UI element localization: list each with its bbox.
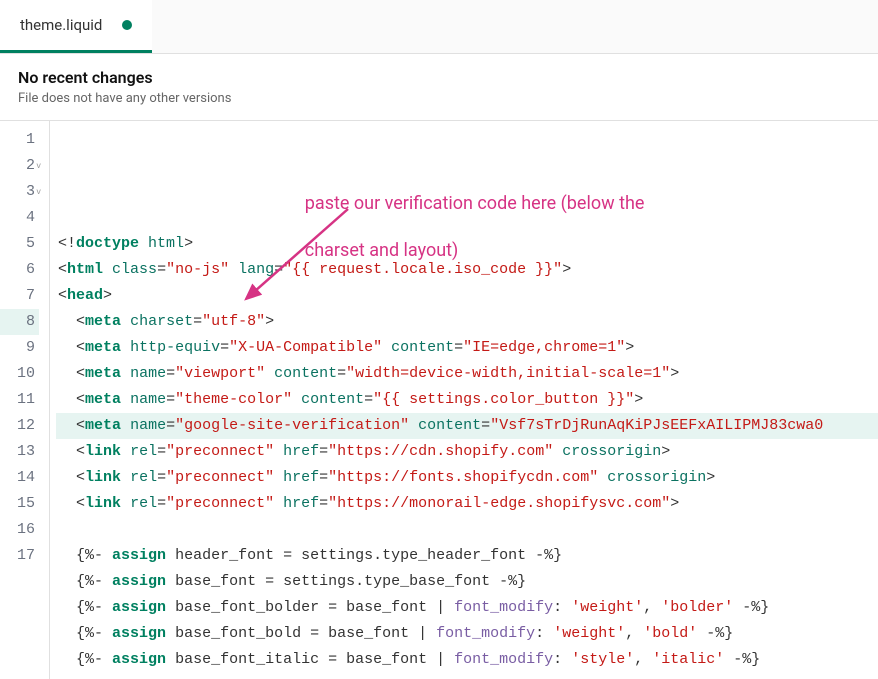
- code-line[interactable]: {%- assign base_font_italic = base_font …: [56, 647, 878, 673]
- code-line[interactable]: {%- assign header_font = settings.type_h…: [56, 543, 878, 569]
- code-line[interactable]: {%- assign base_font_bolder = base_font …: [56, 595, 878, 621]
- version-title: No recent changes: [18, 68, 860, 87]
- code-line[interactable]: <link rel="preconnect" href="https://mon…: [56, 491, 878, 517]
- tab-bar: theme.liquid: [0, 0, 878, 54]
- gutter-line: 6: [0, 257, 39, 283]
- gutter-line: 10: [0, 361, 39, 387]
- tab-file[interactable]: theme.liquid: [0, 0, 152, 53]
- code-line[interactable]: <link rel="preconnect" href="https://cdn…: [56, 439, 878, 465]
- gutter-line: 16: [0, 517, 39, 543]
- gutter-line: 15: [0, 491, 39, 517]
- gutter-line: 9: [0, 335, 39, 361]
- fold-marker-icon[interactable]: v: [36, 180, 41, 206]
- code-line[interactable]: <!doctype html>: [56, 231, 878, 257]
- gutter-line: 11: [0, 387, 39, 413]
- gutter-line: 3v: [0, 179, 39, 205]
- gutter-line: 12: [0, 413, 39, 439]
- version-subtitle: File does not have any other versions: [18, 91, 860, 106]
- code-line[interactable]: <meta http-equiv="X-UA-Compatible" conte…: [56, 335, 878, 361]
- code-line[interactable]: <meta charset="utf-8">: [56, 309, 878, 335]
- gutter-line: 4: [0, 205, 39, 231]
- gutter-line: 5: [0, 231, 39, 257]
- tab-filename: theme.liquid: [20, 16, 102, 34]
- code-line[interactable]: <meta name="viewport" content="width=dev…: [56, 361, 878, 387]
- fold-marker-icon[interactable]: v: [36, 154, 41, 180]
- code-line[interactable]: <meta name="theme-color" content="{{ set…: [56, 387, 878, 413]
- code-area[interactable]: paste our verification code here (below …: [50, 121, 878, 679]
- code-line[interactable]: <head>: [56, 283, 878, 309]
- gutter-line: 8: [0, 309, 39, 335]
- gutter-line: 2v: [0, 153, 39, 179]
- gutter-line: 17: [0, 543, 39, 569]
- code-line[interactable]: {%- assign base_font_bold = base_font | …: [56, 621, 878, 647]
- code-line[interactable]: {%- assign base_font = settings.type_bas…: [56, 569, 878, 595]
- unsaved-indicator-icon: [122, 20, 132, 30]
- version-panel: No recent changes File does not have any…: [0, 54, 878, 121]
- code-line[interactable]: [56, 517, 878, 543]
- gutter-line: 14: [0, 465, 39, 491]
- code-line[interactable]: <link rel="preconnect" href="https://fon…: [56, 465, 878, 491]
- gutter-line: 13: [0, 439, 39, 465]
- code-editor[interactable]: 12v3v4567891011121314151617 paste our ve…: [0, 121, 878, 679]
- gutter-line: 7: [0, 283, 39, 309]
- gutter: 12v3v4567891011121314151617: [0, 121, 50, 679]
- code-line[interactable]: <html class="no-js" lang="{{ request.loc…: [56, 257, 878, 283]
- code-line[interactable]: <meta name="google-site-verification" co…: [56, 413, 878, 439]
- gutter-line: 1: [0, 127, 39, 153]
